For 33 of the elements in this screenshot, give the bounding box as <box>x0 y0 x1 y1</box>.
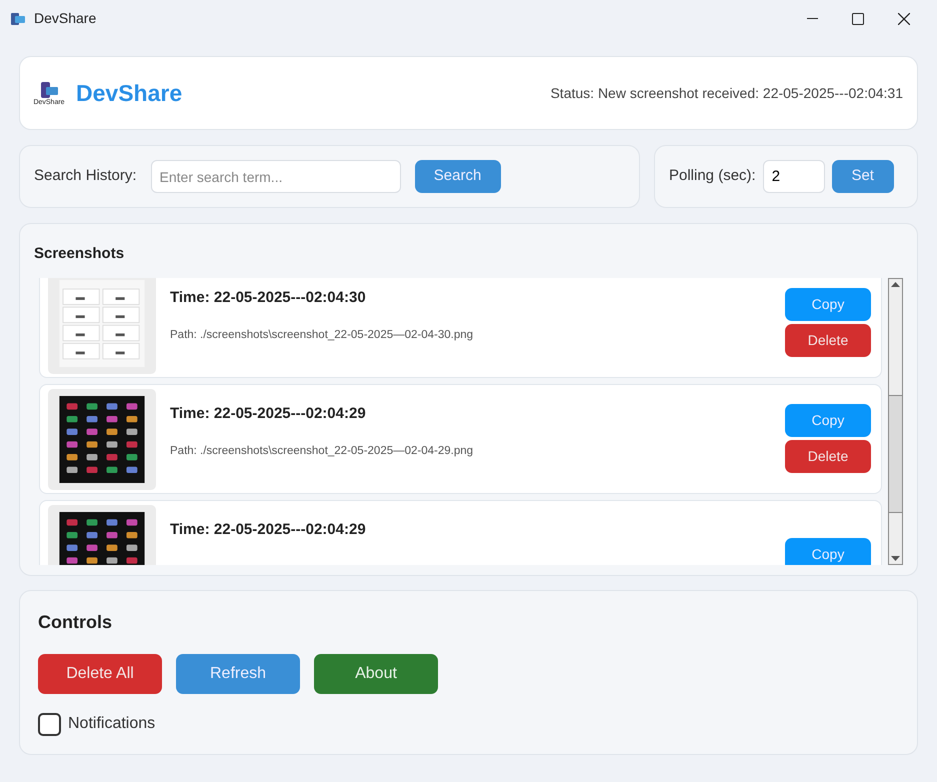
search-field[interactable]: Enter search term... <box>150 160 401 193</box>
section-title: Screenshots <box>34 244 126 264</box>
search-button[interactable]: Search <box>414 160 501 193</box>
scroll-up-arrow-icon[interactable] <box>891 282 900 286</box>
about-button[interactable]: About <box>314 654 438 694</box>
scrollbar[interactable] <box>888 278 903 564</box>
delete-all-button[interactable]: Delete All <box>38 654 162 694</box>
screenshot-time: Time: 22-05-2025---02:04:29 <box>170 520 367 540</box>
copy-button[interactable]: Copy <box>785 288 871 321</box>
delete-button[interactable]: Delete <box>785 324 871 358</box>
screenshot-path: Path: ./screenshots\screenshot_22-05-2025—02-04-29.png <box>170 444 474 459</box>
refresh-button[interactable]: Refresh <box>176 654 300 694</box>
window-title: DevShare <box>34 9 96 28</box>
app-title: DevShare <box>76 78 182 108</box>
scroll-down-arrow-icon[interactable] <box>891 556 900 560</box>
section-title: Controls <box>38 611 113 634</box>
copy-button[interactable]: Copy <box>785 404 871 437</box>
set-button[interactable]: Set <box>832 160 894 193</box>
screenshot-path: Path: ./screenshots\screenshot_22-05-2025—02-04-30.png <box>170 328 474 343</box>
delete-button[interactable]: Delete <box>785 440 871 474</box>
app-icon <box>10 12 26 26</box>
maximize-icon <box>852 12 864 24</box>
status-text: Status: New screenshot received: 22-05-2025---02:04:31 <box>550 84 903 102</box>
notifications-checkbox[interactable] <box>38 712 61 736</box>
copy-button[interactable]: Copy <box>785 538 871 564</box>
search-label: Search History: <box>34 166 137 186</box>
minimize-icon <box>806 18 818 20</box>
notifications-label: Notifications <box>68 714 156 734</box>
polling-field[interactable]: 2 <box>762 160 825 193</box>
polling-label: Polling (sec): <box>669 166 756 186</box>
screenshot-time: Time: 22-05-2025---02:04:30 <box>170 288 367 308</box>
screenshot-time: Time: 22-05-2025---02:04:29 <box>170 404 367 424</box>
close-icon <box>898 12 910 24</box>
